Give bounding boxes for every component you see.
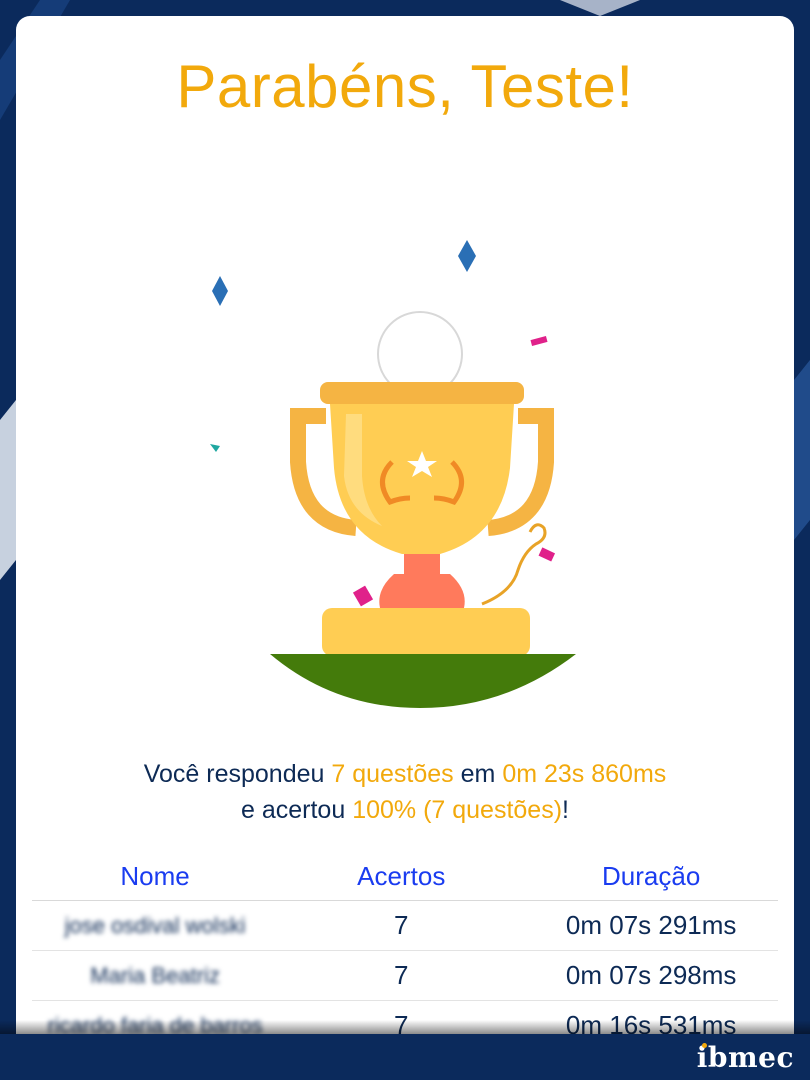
- cell-name: jose osdival wolski: [32, 900, 279, 951]
- table-row: jose osdival wolski 7 0m 07s 291ms: [32, 900, 778, 951]
- cell-name: Maria Beatriz: [32, 950, 279, 1001]
- trophy-icon: [210, 240, 644, 708]
- column-header-hits: Acertos: [278, 852, 525, 901]
- footer-shadow: [0, 1020, 810, 1034]
- ibmec-logo: ibmec: [697, 1041, 794, 1074]
- result-summary: Você respondeu 7 questões em 0m 23s 860m…: [16, 756, 794, 828]
- logo-text: ibmec: [696, 1041, 794, 1074]
- result-card: Parabéns, Teste! Você respondeu 7 questõ…: [16, 16, 794, 1056]
- total-time: 0m 23s 860ms: [502, 760, 667, 788]
- column-header-duration: Duração: [524, 852, 778, 901]
- page-title: Parabéns, Teste!: [176, 53, 634, 120]
- column-header-name: Nome: [32, 852, 279, 901]
- summary-score-prefix: e acertou: [241, 796, 353, 824]
- trophy-illustration: [206, 236, 644, 716]
- summary-line-1: Você respondeu 7 questões em 0m 23s 860m…: [16, 756, 794, 792]
- score: 100% (7 questões): [352, 796, 563, 824]
- cell-hits: 7: [278, 900, 525, 951]
- summary-mid: em: [453, 760, 503, 788]
- cell-hits: 7: [278, 950, 525, 1001]
- questions-count: 7 questões: [331, 760, 454, 788]
- cell-duration: 0m 07s 291ms: [524, 900, 778, 951]
- summary-suffix: !: [562, 796, 569, 824]
- footer-bar: [0, 1034, 810, 1080]
- table-header-row: Nome Acertos Duração: [32, 852, 778, 901]
- summary-prefix: Você respondeu: [143, 760, 332, 788]
- table-row: Maria Beatriz 7 0m 07s 298ms: [32, 950, 778, 1001]
- summary-line-2: e acertou 100% (7 questões)!: [16, 792, 794, 828]
- cell-duration: 0m 07s 298ms: [524, 950, 778, 1001]
- logo-dot: [701, 1043, 707, 1048]
